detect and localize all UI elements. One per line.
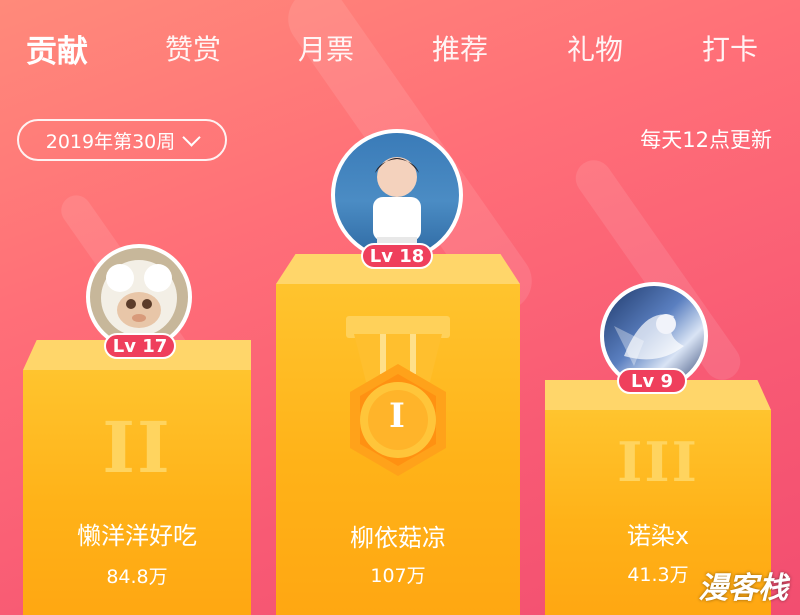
user-name-first[interactable]: 柳依菇凉 (276, 518, 520, 553)
tab-gifts[interactable]: 礼物 (567, 28, 623, 68)
medal-numeral: I (389, 396, 407, 436)
level-badge-second: Lv 17 (104, 333, 176, 359)
week-selector-value: 2019年第30周 (45, 130, 176, 153)
level-badge-first: Lv 18 (361, 243, 433, 269)
rank-numeral-second: II (102, 406, 172, 489)
ranking-tabs: 贡献 赞赏 月票 推荐 礼物 打卡 (0, 0, 800, 96)
podium-first: I 柳依菇凉 107万 (276, 254, 520, 615)
user-name-third[interactable]: 诺染x (545, 516, 771, 551)
watermark-logo: 漫客栈 (698, 571, 788, 606)
tab-recommend[interactable]: 推荐 (432, 28, 488, 68)
tab-monthly-ticket[interactable]: 月票 (298, 28, 354, 68)
tab-check-in[interactable]: 打卡 (702, 28, 758, 68)
update-note: 每天12点更新 (640, 128, 772, 152)
user-score-first: 107万 (370, 565, 426, 587)
level-badge-third: Lv 9 (617, 368, 687, 394)
podium-second: II 懒洋洋好吃 84.8万 (23, 340, 251, 615)
tab-contribution[interactable]: 贡献 (26, 26, 88, 71)
user-score-second: 84.8万 (106, 566, 168, 588)
week-selector[interactable]: 2019年第30周 (17, 119, 227, 161)
chevron-down-icon (182, 127, 201, 147)
user-name-second[interactable]: 懒洋洋好吃 (23, 516, 251, 551)
rank-numeral-third: III (617, 430, 699, 494)
avatar-first[interactable] (331, 129, 463, 261)
tab-appreciation[interactable]: 赞赏 (165, 28, 221, 68)
